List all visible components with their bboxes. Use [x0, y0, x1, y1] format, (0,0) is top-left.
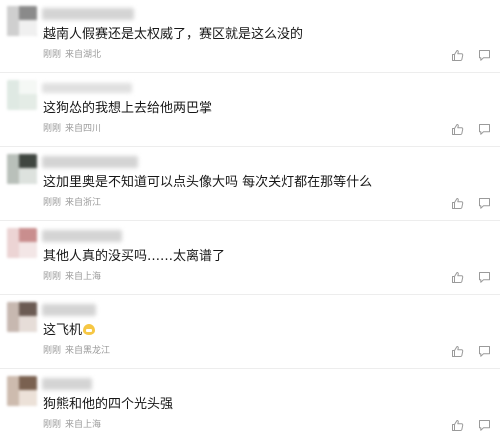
- comment-meta: 刚刚 来自上海: [43, 272, 101, 283]
- comment-item: 这飞机 刚刚 来自黑龙江: [0, 296, 500, 368]
- comment-item: 其他人真的没买吗……太离谱了 刚刚 来自上海: [0, 222, 500, 294]
- comment-location: 来自湖北: [65, 50, 102, 60]
- comment-location: 来自黑龙江: [65, 346, 111, 356]
- comment-icon[interactable]: [478, 49, 491, 62]
- comment-location: 来自浙江: [65, 198, 102, 208]
- comment-location: 来自上海: [65, 420, 102, 430]
- divider: [0, 368, 500, 369]
- comment-text: 这飞机: [43, 323, 96, 339]
- divider: [0, 146, 500, 147]
- comment-item: 这加里奥是不知道可以点头像大吗 每次关灯都在那等什么 刚刚 来自浙江: [0, 148, 500, 220]
- comment-icon[interactable]: [478, 345, 491, 358]
- comment-meta: 刚刚 来自四川: [43, 124, 101, 135]
- comment-icon[interactable]: [478, 123, 491, 136]
- comment-location: 来自四川: [65, 124, 102, 134]
- comment-text: 狗熊和他的四个光头强: [43, 397, 174, 412]
- emoji-icon: [83, 324, 96, 335]
- comment-meta: 刚刚 来自黑龙江: [43, 346, 110, 357]
- comment-meta: 刚刚 来自湖北: [43, 50, 101, 61]
- comment-text: 越南人假赛还是太权威了，赛区就是这么没的: [43, 27, 304, 42]
- thumbs-up-icon[interactable]: [451, 419, 464, 432]
- username-blurred[interactable]: [42, 156, 138, 168]
- thumbs-up-icon[interactable]: [451, 271, 464, 284]
- username-blurred[interactable]: [42, 230, 122, 242]
- divider: [0, 220, 500, 221]
- comment-time: 刚刚: [43, 198, 62, 208]
- comment-time: 刚刚: [43, 50, 62, 60]
- comment-icon[interactable]: [478, 197, 491, 210]
- username-blurred[interactable]: [42, 378, 92, 390]
- thumbs-up-icon[interactable]: [451, 197, 464, 210]
- avatar[interactable]: [7, 302, 37, 332]
- comment-icon[interactable]: [478, 271, 491, 284]
- comment-text: 这加里奥是不知道可以点头像大吗 每次关灯都在那等什么: [43, 175, 373, 190]
- username-blurred[interactable]: [42, 8, 134, 20]
- comment-meta: 刚刚 来自浙江: [43, 198, 101, 209]
- thumbs-up-icon[interactable]: [451, 49, 464, 62]
- comment-item: 这狗怂的我想上去给他两巴掌 刚刚 来自四川: [0, 74, 500, 146]
- comment-time: 刚刚: [43, 124, 62, 134]
- comment-icon[interactable]: [478, 419, 491, 432]
- avatar[interactable]: [7, 154, 37, 184]
- comment-location: 来自上海: [65, 272, 102, 282]
- avatar[interactable]: [7, 376, 37, 406]
- comment-item: 狗熊和他的四个光头强 刚刚 来自上海: [0, 370, 500, 442]
- comment-text-body: 这飞机: [43, 323, 83, 338]
- avatar[interactable]: [7, 228, 37, 258]
- thumbs-up-icon[interactable]: [451, 345, 464, 358]
- comment-text: 其他人真的没买吗……太离谱了: [43, 249, 226, 264]
- divider: [0, 72, 500, 73]
- username-blurred[interactable]: [42, 83, 132, 93]
- avatar[interactable]: [7, 80, 37, 110]
- username-blurred[interactable]: [42, 304, 96, 316]
- comment-item: 越南人假赛还是太权威了，赛区就是这么没的 刚刚 来自湖北: [0, 0, 500, 72]
- comment-time: 刚刚: [43, 346, 62, 356]
- comment-time: 刚刚: [43, 272, 62, 282]
- comment-meta: 刚刚 来自上海: [43, 420, 101, 431]
- avatar[interactable]: [7, 6, 37, 36]
- comment-time: 刚刚: [43, 420, 62, 430]
- thumbs-up-icon[interactable]: [451, 123, 464, 136]
- comment-text: 这狗怂的我想上去给他两巴掌: [43, 101, 213, 116]
- divider: [0, 294, 500, 295]
